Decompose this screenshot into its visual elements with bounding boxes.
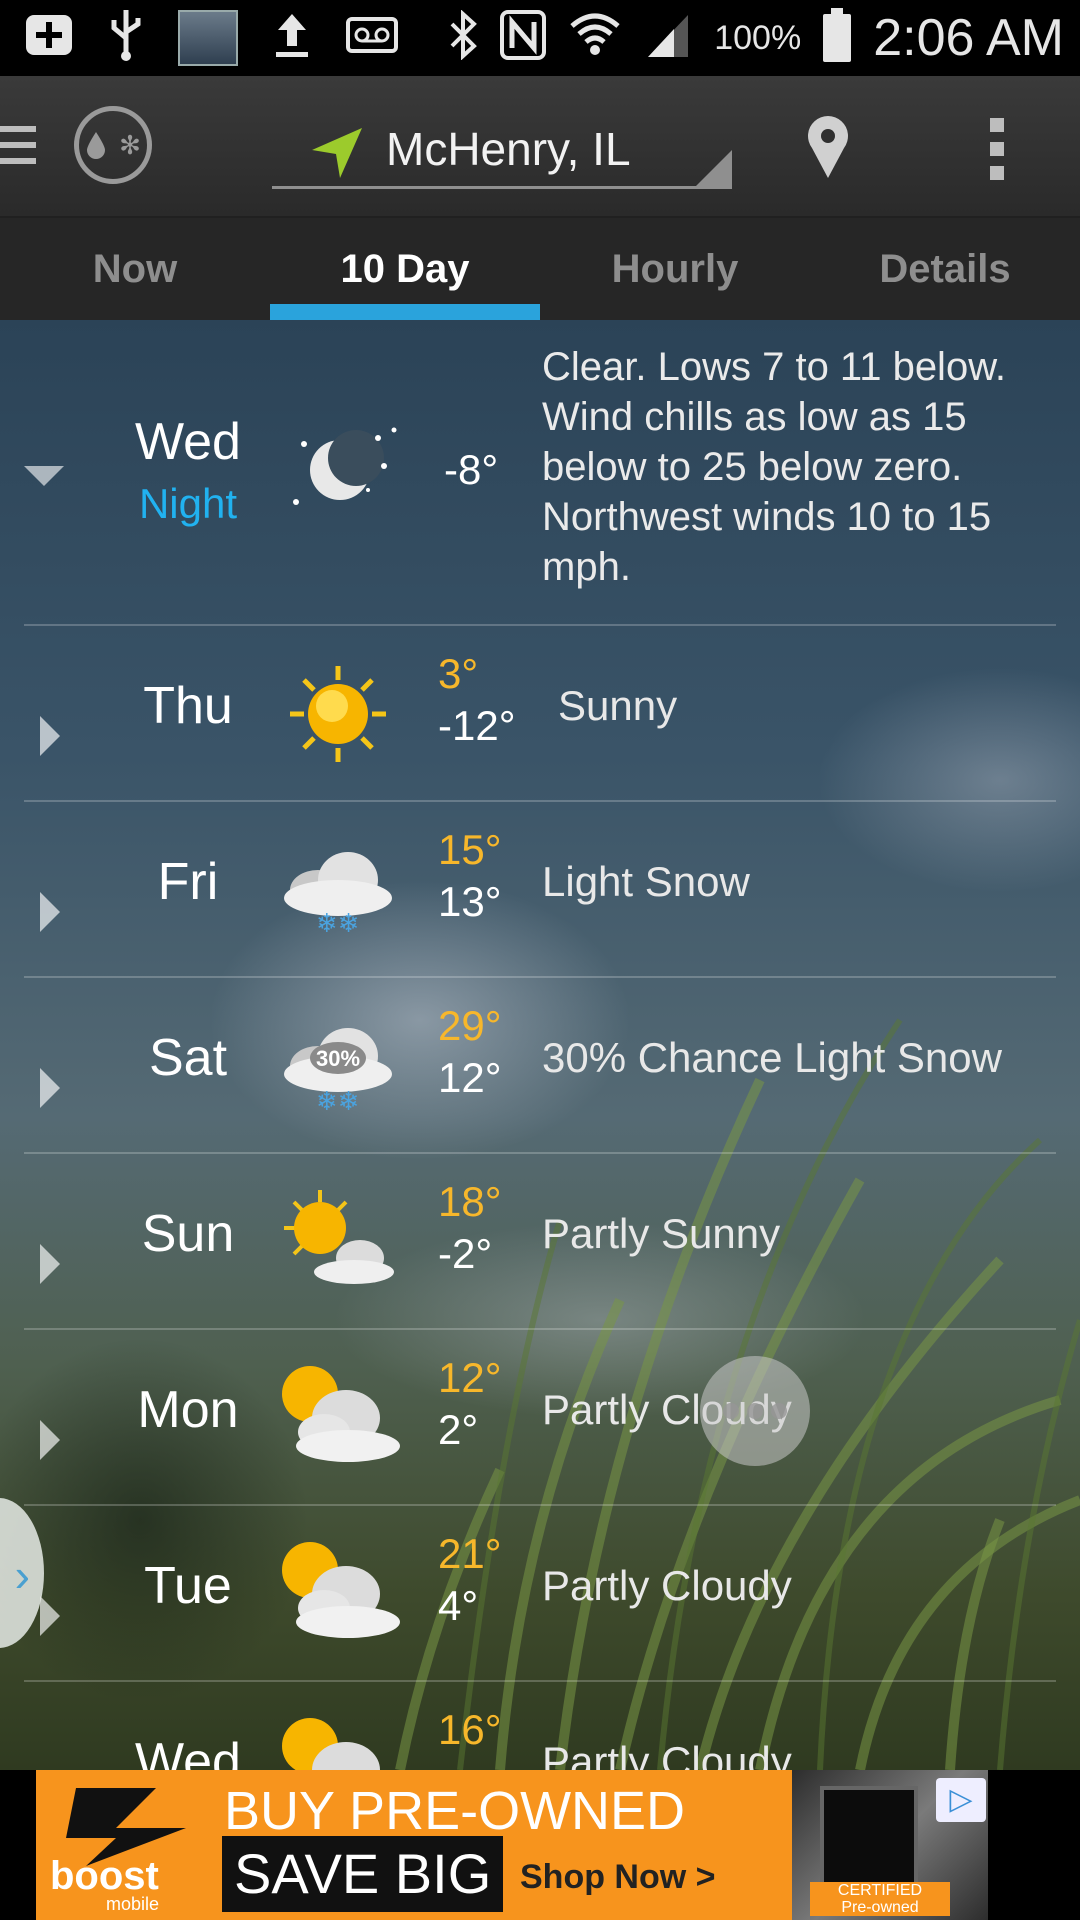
partly-cloudy-icon (274, 1534, 404, 1649)
day-label: Sun (141, 1205, 235, 1263)
ad-brand-sub: mobile (106, 1894, 160, 1914)
expand-caret-icon[interactable] (40, 1068, 60, 1108)
forecast-row[interactable]: Sat 30% ❄❄ 29° 12° 30% Chance Light Snow (24, 976, 1056, 1154)
high-temp: 21° (438, 1530, 502, 1577)
upload-icon (272, 10, 312, 67)
svg-text:❄❄: ❄❄ (316, 1087, 360, 1116)
ad-choices-icon[interactable]: ▷ (936, 1778, 986, 1822)
ad-save: SAVE BIG (222, 1836, 504, 1912)
ad-headline: BUY PRE-OWNED (224, 1781, 686, 1841)
sunny-icon (288, 664, 388, 769)
period-label: Night (138, 480, 238, 527)
dropdown-corner-icon (696, 150, 732, 186)
expand-caret-icon[interactable] (40, 716, 60, 756)
partly-cloudy-icon (274, 1710, 404, 1770)
high-temp: 3° (438, 650, 479, 697)
forecast-row[interactable]: Sun 18° -2° Partly Sunny (24, 1152, 1056, 1330)
condition-text: Partly Cloudy (542, 1562, 792, 1609)
bluetooth-icon (448, 8, 478, 67)
snowflake-icon: ✻ (119, 129, 141, 160)
condition-text: Light Snow (542, 858, 750, 905)
low-temp: -2° (438, 1230, 493, 1277)
status-bar: 100% 2:06 AM (0, 0, 1080, 76)
expand-caret-icon[interactable] (40, 892, 60, 932)
tab-bar: Now 10 Day Hourly Details (0, 218, 1080, 320)
day-label: Thu (143, 677, 233, 735)
battery-percent: 100% (714, 18, 802, 57)
ad-shop-now-button[interactable]: Shop Now > (520, 1858, 716, 1897)
low-temp: -12° (438, 702, 516, 749)
ad-brand: boost (50, 1854, 159, 1898)
chance-badge: 30% (316, 1046, 360, 1071)
tab-10-day[interactable]: 10 Day (270, 218, 540, 320)
battery-icon (823, 8, 852, 62)
forecast-row[interactable]: Tue 21° 4° Partly Cloudy (24, 1504, 1056, 1682)
floating-more-button[interactable] (700, 1356, 810, 1466)
signal-icon (644, 11, 692, 66)
location-selector[interactable]: McHenry, IL (272, 112, 732, 189)
add-icon (24, 13, 74, 64)
expand-caret-icon[interactable] (40, 1420, 60, 1460)
snow-chance-icon: 30% ❄❄ (278, 1016, 398, 1121)
ad-cert-line1: CERTIFIED (837, 1882, 923, 1899)
wifi-icon (568, 10, 622, 67)
forecast-row[interactable]: Thu 3° -12° Sunny (24, 624, 1056, 802)
high-temp: 12° (438, 1354, 502, 1401)
status-time: 2:06 AM (873, 9, 1064, 67)
forecast-description: Clear. Lows 7 to 11 below. Wind chills a… (542, 345, 1006, 589)
location-name: McHenry, IL (386, 123, 631, 175)
app-bar: ✻ McHenry, IL (0, 76, 1080, 218)
menu-icon[interactable] (0, 126, 36, 174)
ad-cert-line2: Pre-owned (841, 1899, 919, 1916)
forecast-row-expanded[interactable]: Wed Night -8° Clear. Lows 7 to 11 below.… (24, 320, 1056, 626)
collapse-caret-icon[interactable] (24, 466, 64, 486)
partly-cloudy-icon (274, 1358, 404, 1473)
snow-cloud-icon: ❄❄ (278, 840, 398, 945)
usb-icon (108, 8, 144, 69)
high-temp: 29° (438, 1002, 502, 1049)
app-logo-icon[interactable]: ✻ (74, 106, 152, 184)
day-label: Tue (144, 1557, 232, 1615)
day-label: Mon (137, 1381, 239, 1439)
night-temp: -8° (444, 446, 499, 493)
high-temp: 15° (438, 826, 502, 873)
day-label: Sat (148, 1029, 228, 1087)
condition-text: Partly Cloudy (542, 1738, 792, 1770)
condition-text: 30% Chance Light Snow (542, 1034, 1002, 1081)
day-label: Wed (135, 413, 241, 471)
more-vert-icon[interactable] (990, 118, 1004, 190)
raindrop-icon (79, 111, 113, 179)
high-temp: 18° (438, 1178, 502, 1225)
forecast-row[interactable]: Fri ❄❄ 15° 13° Light Snow (24, 800, 1056, 978)
tab-hourly[interactable]: Hourly (540, 218, 810, 320)
moon-stars-icon (284, 420, 404, 525)
condition-text: Sunny (558, 682, 678, 729)
expand-caret-icon[interactable] (40, 1244, 60, 1284)
chevron-right-icon: › (14, 1549, 30, 1601)
day-label: Wed (135, 1733, 241, 1770)
low-temp: 4° (438, 1582, 479, 1629)
high-temp: 16° (438, 1706, 502, 1753)
tab-details[interactable]: Details (810, 218, 1080, 320)
ad-content[interactable]: boost mobile BUY PRE-OWNED SAVE BIG Shop… (36, 1770, 988, 1920)
expand-caret-icon[interactable] (40, 1596, 60, 1636)
voicemail-icon (346, 16, 398, 60)
day-label: Fri (157, 853, 219, 911)
ad-certified-badge: CERTIFIED Pre-owned (810, 1882, 950, 1916)
partly-sunny-icon (280, 1188, 400, 1293)
forecast-row[interactable]: Wed 16° Partly Cloudy (24, 1680, 1056, 1770)
map-pin-icon[interactable] (806, 114, 850, 185)
forecast-list[interactable]: Wed Night -8° Clear. Lows 7 to 11 below.… (0, 320, 1080, 1770)
ad-banner[interactable]: boost mobile BUY PRE-OWNED SAVE BIG Shop… (0, 1770, 1080, 1920)
tab-now[interactable]: Now (0, 218, 270, 320)
low-temp: 12° (438, 1054, 502, 1101)
svg-text:❄❄: ❄❄ (316, 909, 360, 939)
condition-text: Partly Sunny (542, 1210, 781, 1257)
notification-thumbnail (178, 10, 238, 66)
low-temp: 2° (438, 1406, 479, 1453)
forecast-row[interactable]: Mon 12° 2° Partly Cloudy (24, 1328, 1056, 1506)
low-temp: 13° (438, 878, 502, 925)
nfc-icon (500, 9, 547, 67)
